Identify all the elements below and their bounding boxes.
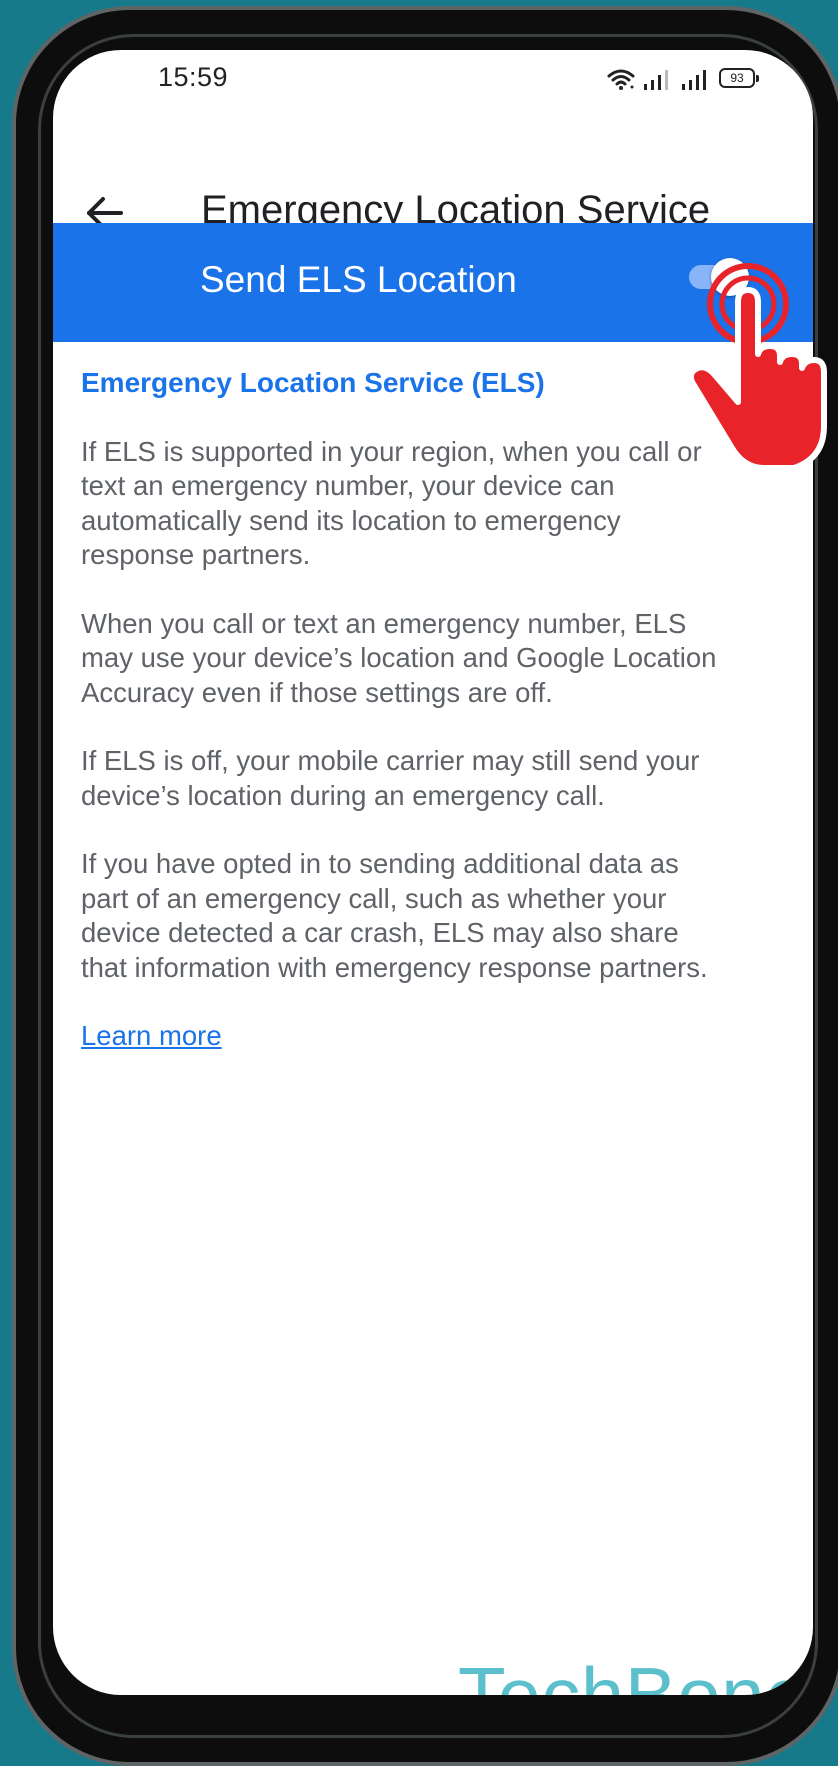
signal-icon <box>643 68 673 90</box>
battery-icon: 93 <box>719 68 759 88</box>
description-paragraph: If you have opted in to sending addition… <box>81 848 708 983</box>
send-els-location-label: Send ELS Location <box>200 259 517 300</box>
els-description: Emergency Location Service (ELS) If ELS … <box>81 366 721 1054</box>
watermark-logo: TechBone <box>458 1651 809 1695</box>
description-paragraph: If ELS is off, your mobile carrier may s… <box>81 745 700 811</box>
description-paragraph: When you call or text an emergency numbe… <box>81 607 717 708</box>
section-heading: Emergency Location Service (ELS) <box>81 367 545 398</box>
wifi-icon <box>607 68 635 90</box>
status-time: 15:59 <box>158 62 229 92</box>
description-paragraph: If ELS is supported in your region, when… <box>81 435 702 571</box>
hand-pointer-icon <box>690 263 827 471</box>
learn-more-link[interactable]: Learn more <box>81 1019 222 1054</box>
signal-icon-2 <box>681 68 711 90</box>
status-bar: 15:59 93 <box>53 50 813 102</box>
status-icons: 93 <box>607 64 759 90</box>
